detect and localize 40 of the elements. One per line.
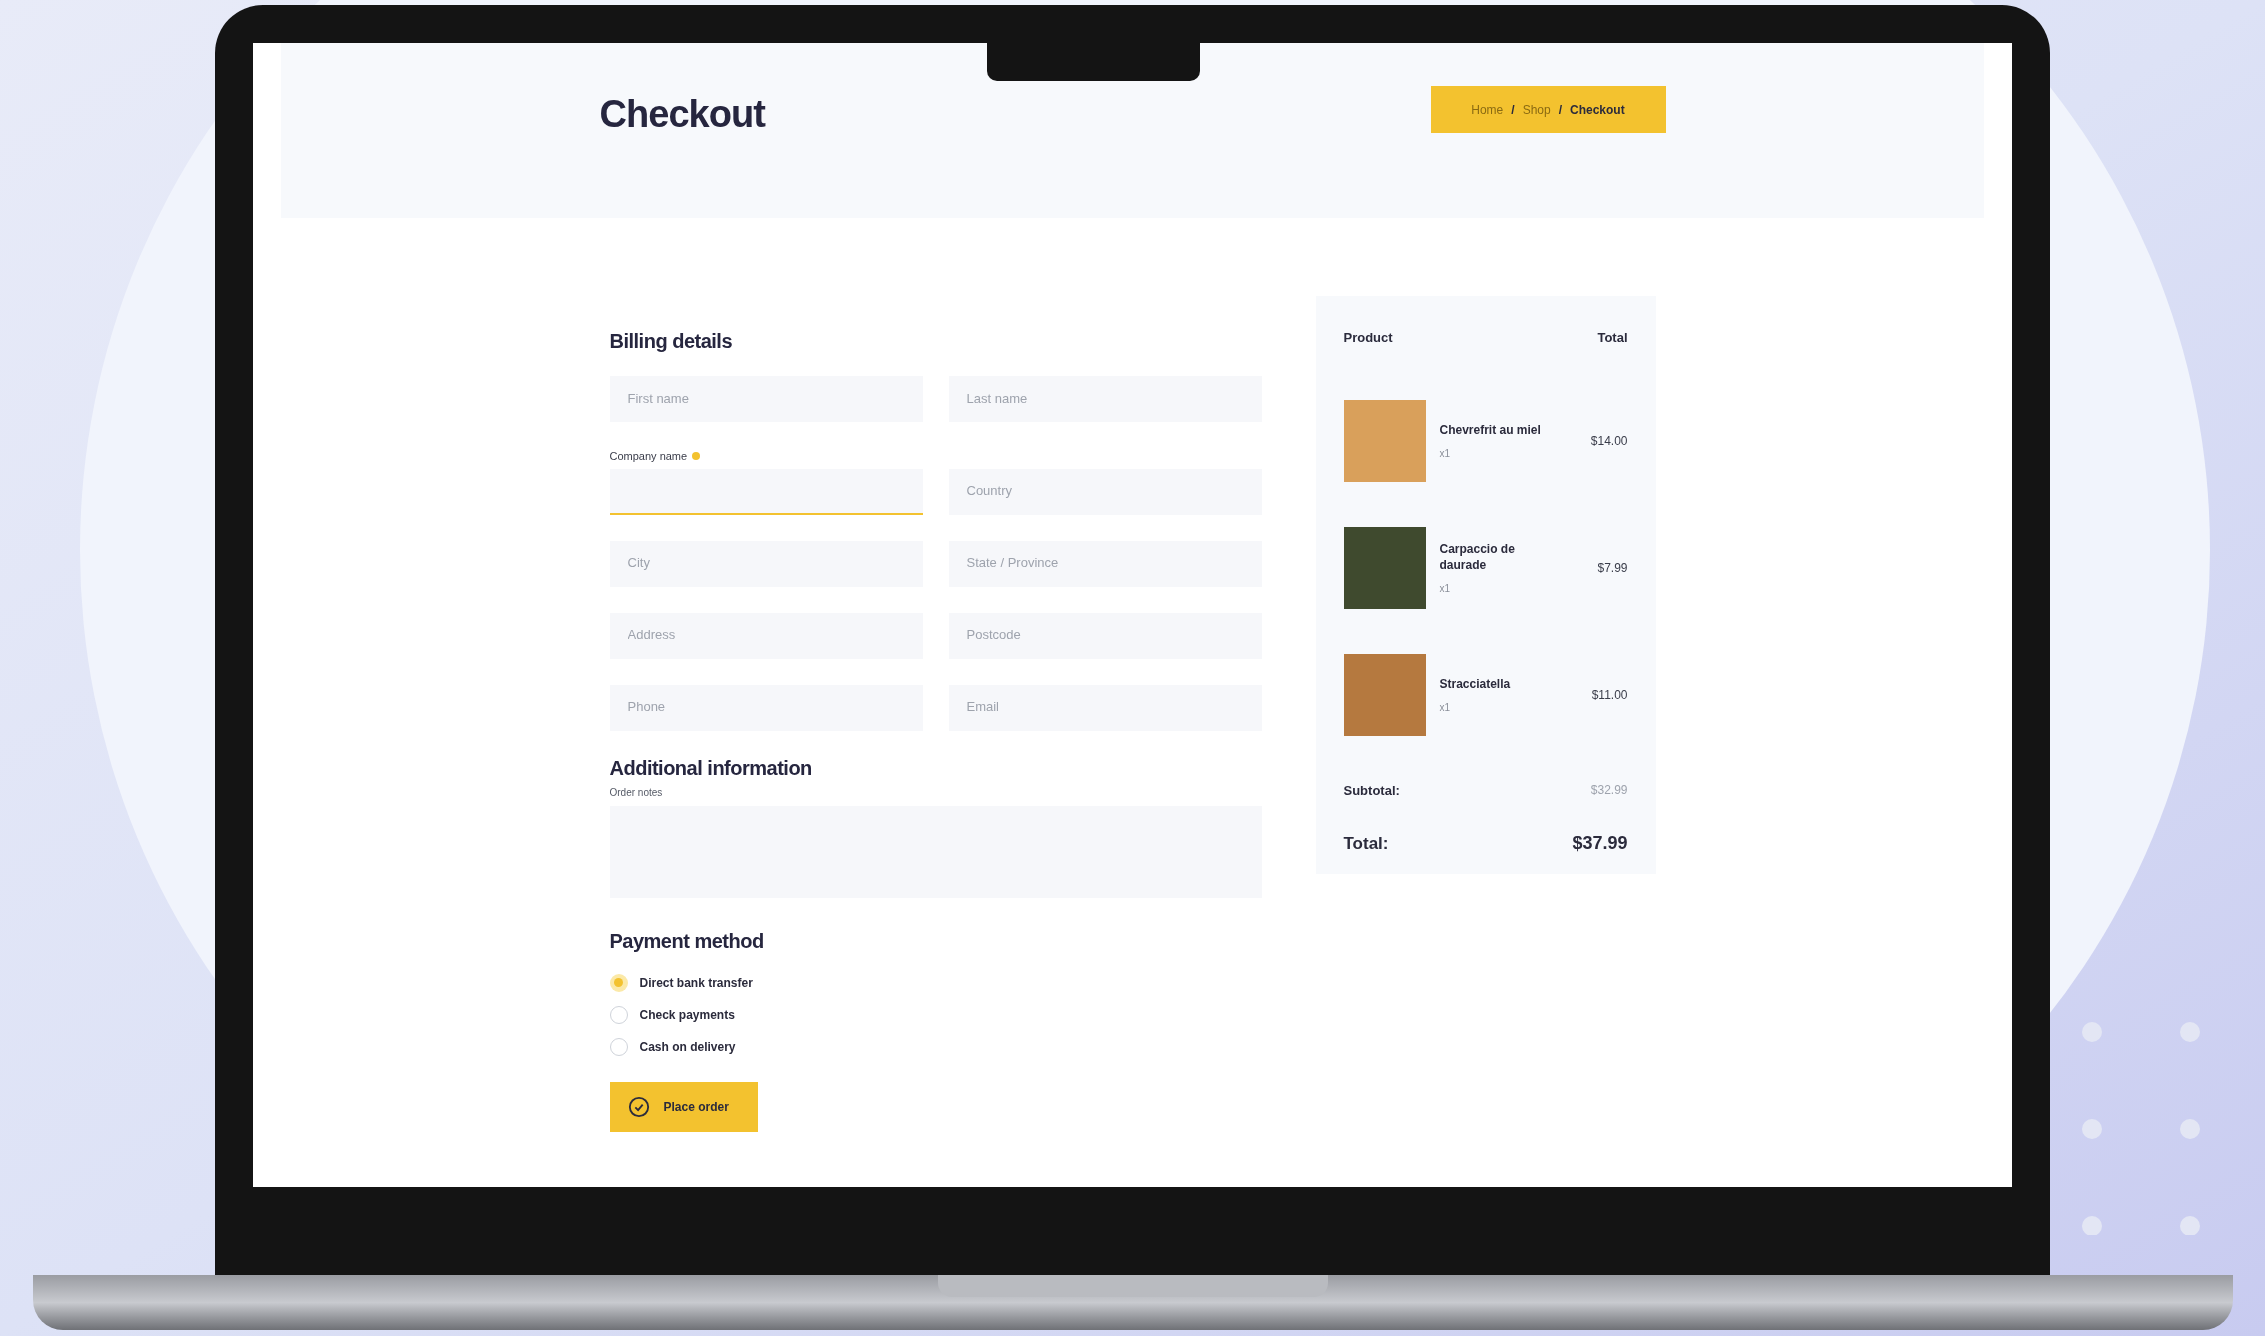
product-price: $7.99 (1597, 560, 1628, 577)
product-price: $14.00 (1590, 433, 1628, 450)
dot-grid-icon (2080, 1020, 2200, 1235)
product-name: Carpaccio de daurade (1439, 540, 1516, 573)
total-value: $37.99 (1572, 832, 1628, 855)
input-field[interactable]: Postcode (948, 612, 1262, 659)
input-field[interactable]: Email (948, 684, 1262, 731)
input-field[interactable] (609, 468, 923, 515)
input-field[interactable]: Country (948, 468, 1262, 515)
payment-option[interactable]: Check payments (609, 1005, 735, 1024)
product-quantity: x1 (1439, 581, 1452, 596)
input-field[interactable]: Address (609, 612, 923, 659)
product-price: $11.00 (1591, 687, 1628, 704)
total-label: Total: (1343, 832, 1389, 855)
field-label: Company name (609, 449, 688, 464)
breadcrumb-current: Checkout (1570, 101, 1625, 119)
breadcrumb-separator: / (1511, 101, 1515, 119)
section-heading: Payment method (609, 928, 765, 954)
section-heading: Billing details (609, 329, 734, 354)
page-title: Checkout (599, 92, 766, 137)
subtotal-label: Subtotal: (1343, 781, 1400, 800)
payment-option[interactable]: Direct bank transfer (609, 973, 753, 992)
column-header: Product (1343, 329, 1393, 347)
product-name: Stracciatella (1439, 675, 1512, 692)
product-quantity: x1 (1439, 446, 1452, 461)
product-name: Chevrefrit au miel (1439, 421, 1542, 438)
input-field[interactable]: Phone (609, 684, 923, 731)
subtotal-value: $32.99 (1590, 782, 1628, 800)
product-quantity: x1 (1439, 700, 1452, 715)
input-field[interactable]: Last name (948, 376, 1262, 422)
input-field[interactable]: State / Province (948, 540, 1262, 587)
check-circle-icon (627, 1095, 650, 1118)
input-field[interactable]: City (609, 540, 923, 587)
place-order-button[interactable]: Place order (609, 1081, 758, 1132)
payment-option[interactable]: Cash on delivery (609, 1037, 736, 1056)
breadcrumb-separator: / (1558, 101, 1562, 119)
input-field[interactable]: First name (609, 376, 923, 422)
section-heading: Additional information (609, 755, 813, 781)
field-label: Order notes (609, 785, 664, 800)
column-header: Total (1597, 329, 1628, 347)
